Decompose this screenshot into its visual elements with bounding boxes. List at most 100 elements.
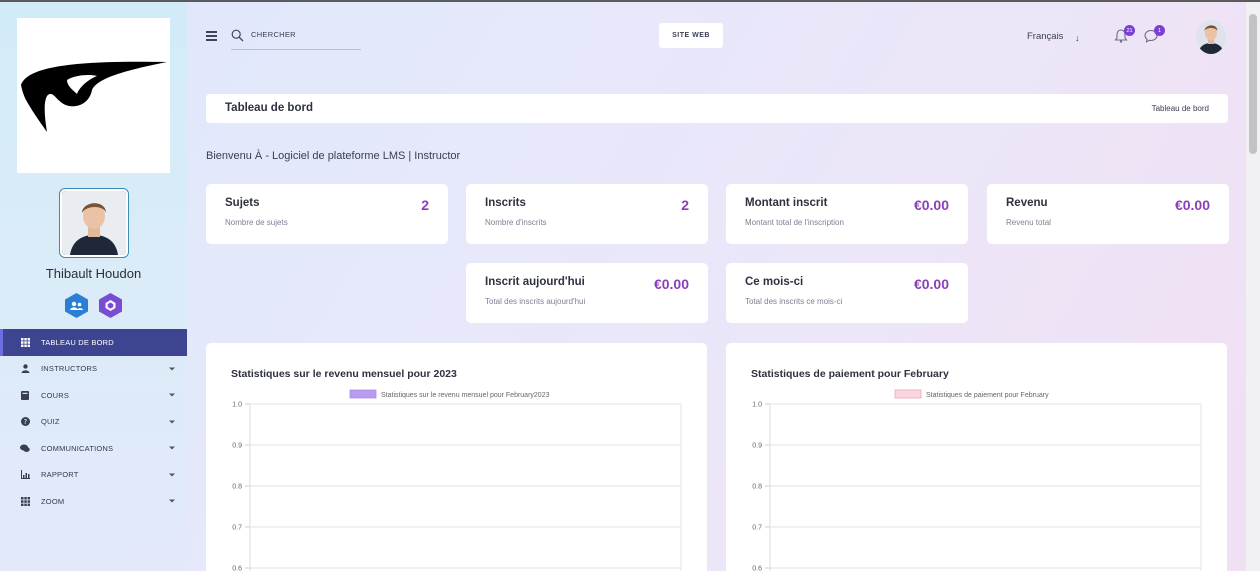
- card-subtitle: Total des inscrits aujourd'hui: [485, 297, 586, 306]
- sidebar-item-label: TABLEAU DE BORD: [41, 337, 114, 347]
- welcome-message: Bienvenu À - Logiciel de plateforme LMS …: [206, 150, 461, 162]
- revenue-chart-panel: Statistiques sur le revenu mensuel pour …: [206, 343, 707, 571]
- message-count-badge: 1: [1154, 25, 1165, 36]
- messages-button[interactable]: 1: [1144, 25, 1165, 45]
- page-scrollbar[interactable]: [1246, 2, 1260, 571]
- y-tick-label: 0.6: [232, 566, 242, 571]
- y-tick-label: 1.0: [752, 402, 762, 409]
- legend-swatch: [894, 389, 922, 399]
- hexagon-shield-icon: [99, 293, 122, 318]
- sidebar-nav: TABLEAU DE BORD INSTRUCTORS COURS ? QUIZ: [0, 329, 187, 515]
- y-tick-label: 0.8: [232, 484, 242, 491]
- card-title: Sujets: [225, 197, 260, 209]
- grid-icon: [20, 337, 30, 347]
- card-value: €0.00: [913, 197, 949, 213]
- svg-text:?: ?: [23, 418, 27, 426]
- notifications-button[interactable]: 21: [1114, 25, 1135, 45]
- scrollbar-thumb[interactable]: [1249, 14, 1257, 154]
- sidebar-item-label: QUIZ: [41, 417, 60, 427]
- notification-count-badge: 21: [1124, 25, 1135, 36]
- avatar: [62, 191, 126, 255]
- sidebar-item-tableau-de-bord[interactable]: TABLEAU DE BORD: [0, 329, 187, 356]
- revenue-chart: Statistiques sur le revenu mensuel pour …: [232, 389, 682, 571]
- sidebar: Thibault Houdon TABLEAU DE BORD INSTRUCT…: [0, 2, 187, 571]
- stat-card-montant-inscrit: Montant inscrit Montant total de l'inscr…: [726, 184, 968, 244]
- person-avatar-icon: [62, 191, 126, 255]
- sidebar-item-cours[interactable]: COURS: [0, 382, 187, 409]
- card-title: Revenu: [1006, 197, 1048, 209]
- profile-avatar[interactable]: [59, 188, 129, 258]
- page-title: Tableau de bord: [225, 102, 313, 114]
- book-icon: [20, 390, 30, 400]
- sidebar-item-communications[interactable]: COMMUNICATIONS: [0, 435, 187, 462]
- header-avatar[interactable]: [1196, 20, 1226, 54]
- arrow-down-icon[interactable]: ↓: [1075, 33, 1080, 43]
- user-icon: [20, 364, 30, 374]
- logo[interactable]: [17, 18, 170, 173]
- y-tick-label: 0.9: [752, 443, 762, 450]
- search-bar: [231, 27, 361, 50]
- card-title: Montant inscrit: [745, 197, 828, 209]
- grid-icon: [20, 496, 30, 506]
- stat-card-revenu: Revenu Revenu total €0.00: [987, 184, 1229, 244]
- card-value: €0.00: [653, 276, 689, 292]
- legend-label: Statistiques sur le revenu mensuel pour …: [381, 392, 550, 399]
- card-title: Ce mois-ci: [745, 276, 804, 288]
- payment-chart-panel: Statistiques de paiement pour February S…: [726, 343, 1227, 571]
- card-title: Inscrits: [485, 197, 526, 209]
- card-subtitle: Nombre de sujets: [225, 218, 288, 227]
- sidebar-item-label: ZOOM: [41, 496, 65, 506]
- caret-down-icon: [169, 393, 175, 397]
- search-icon[interactable]: [231, 29, 244, 42]
- legend-swatch: [349, 389, 377, 399]
- search-input[interactable]: [251, 30, 356, 39]
- admin-badge[interactable]: [97, 292, 124, 319]
- sidebar-item-label: COMMUNICATIONS: [41, 443, 114, 453]
- instructor-badge[interactable]: [63, 292, 90, 319]
- stat-card-inscrits: Inscrits Nombre d'inscrits 2: [466, 184, 708, 244]
- breadcrumb: Tableau de bord Tableau de bord: [206, 94, 1228, 123]
- sidebar-item-label: RAPPORT: [41, 470, 79, 480]
- comments-icon: [20, 443, 30, 453]
- sidebar-item-label: COURS: [41, 390, 70, 400]
- card-value: €0.00: [913, 276, 949, 292]
- caret-down-icon: [169, 499, 175, 503]
- y-tick-label: 0.6: [752, 566, 762, 571]
- caret-down-icon: [169, 367, 175, 371]
- y-tick-label: 1.0: [232, 402, 242, 409]
- user-name: Thibault Houdon: [45, 266, 142, 281]
- caret-down-icon: [169, 473, 175, 477]
- card-value: 2: [421, 197, 429, 213]
- hexagon-users-icon: [65, 293, 88, 318]
- breadcrumb-link[interactable]: Tableau de bord: [1152, 104, 1209, 113]
- stat-card-inscrit-aujourdhui: Inscrit aujourd'hui Total des inscrits a…: [466, 263, 708, 323]
- stat-card-sujets: Sujets Nombre de sujets 2: [206, 184, 448, 244]
- card-value: 2: [681, 197, 689, 213]
- caret-down-icon: [169, 420, 175, 424]
- chart-icon: [20, 470, 30, 480]
- sidebar-item-label: INSTRUCTORS: [41, 364, 98, 374]
- y-tick-label: 0.9: [232, 443, 242, 450]
- card-subtitle: Nombre d'inscrits: [485, 218, 547, 227]
- card-subtitle: Montant total de l'inscription: [745, 218, 844, 227]
- hamburger-menu-icon[interactable]: [206, 31, 217, 41]
- person-avatar-icon: [1196, 20, 1226, 54]
- question-icon: ?: [20, 417, 30, 427]
- y-tick-label: 0.8: [752, 484, 762, 491]
- sidebar-item-zoom[interactable]: ZOOM: [0, 488, 187, 515]
- y-tick-label: 0.7: [752, 525, 762, 532]
- sidebar-item-rapport[interactable]: RAPPORT: [0, 462, 187, 489]
- eye-logo-icon: [21, 61, 167, 132]
- y-tick-label: 0.7: [232, 525, 242, 532]
- language-selector[interactable]: Français: [1027, 31, 1063, 42]
- window-top-border: [0, 0, 1260, 2]
- stat-card-ce-mois-ci: Ce mois-ci Total des inscrits ce mois-ci…: [726, 263, 968, 323]
- card-title: Inscrit aujourd'hui: [485, 276, 585, 288]
- card-subtitle: Total des inscrits ce mois-ci: [745, 297, 843, 306]
- sidebar-item-quiz[interactable]: ? QUIZ: [0, 409, 187, 436]
- card-subtitle: Revenu total: [1006, 218, 1051, 227]
- legend-label: Statistiques de paiement pour February: [926, 392, 1049, 399]
- payment-chart: Statistiques de paiement pour February 1.…: [752, 389, 1202, 571]
- site-web-button[interactable]: SITE WEB: [659, 23, 723, 48]
- sidebar-item-instructors[interactable]: INSTRUCTORS: [0, 356, 187, 383]
